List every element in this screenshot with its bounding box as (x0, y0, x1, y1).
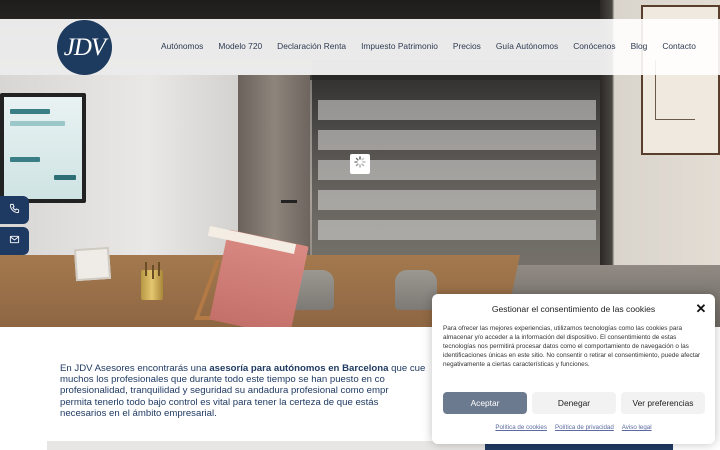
hero-pencil (152, 265, 154, 279)
spinner-icon (354, 155, 366, 173)
nav-item-contacto[interactable]: Contacto (662, 41, 696, 55)
phone-icon (9, 201, 20, 219)
nav-item-precios[interactable]: Precios (453, 41, 481, 55)
consent-title: Gestionar el consentimiento de las cooki… (491, 304, 656, 314)
nav-item-guia-autonomos[interactable]: Guía Autónomos (496, 41, 558, 55)
nav-item-declaracion-renta[interactable]: Declaración Renta (277, 41, 346, 55)
close-icon[interactable]: ✕ (694, 302, 708, 316)
tv-bar (10, 121, 65, 126)
hero-pencil (145, 262, 147, 276)
phone-button[interactable] (0, 196, 29, 224)
hero-door-handle (281, 200, 297, 203)
tv-bar (10, 109, 50, 114)
deny-button[interactable]: Denegar (532, 392, 616, 414)
intro-line: necesarios en el ámbito empresarial. (60, 407, 217, 419)
accept-button[interactable]: Aceptar (443, 392, 527, 414)
hero-frost-stripe (318, 100, 596, 120)
hero-chair (395, 270, 437, 310)
consent-body: Para ofrecer las mejores experiencias, u… (443, 325, 701, 369)
loading-spinner (350, 154, 370, 174)
nav-item-modelo-720[interactable]: Modelo 720 (218, 41, 262, 55)
main-nav: Autónomos Modelo 720 Declaración Renta I… (161, 41, 696, 55)
intro-line: muchos los profesionales que durante tod… (60, 374, 385, 386)
hero-tv-screen (4, 97, 82, 199)
hero-pencil (158, 262, 160, 276)
preferences-button[interactable]: Ver preferencias (621, 392, 705, 414)
legal-notice-link[interactable]: Aviso legal (622, 424, 652, 431)
nav-item-autonomos[interactable]: Autónomos (161, 41, 203, 55)
site-header: JDV Autónomos Modelo 720 Declaración Ren… (0, 19, 720, 75)
hero-door (238, 75, 310, 260)
mail-icon (9, 232, 20, 250)
intro-line: permita tenerlo todo bajo control es vit… (60, 396, 379, 408)
tv-bar (10, 157, 40, 162)
hero-frost-stripe (318, 190, 596, 210)
nav-item-impuesto-patrimonio[interactable]: Impuesto Patrimonio (361, 41, 438, 55)
logo-text: JDV (63, 33, 106, 61)
nav-item-blog[interactable]: Blog (631, 41, 648, 55)
hero-tv (0, 93, 86, 203)
intro-line: profesionalidad, tranquilidad y segurida… (60, 385, 389, 397)
consent-links: Política de cookies Política de privacid… (432, 424, 715, 431)
nav-item-conocenos[interactable]: Conócenos (573, 41, 615, 55)
cookie-policy-link[interactable]: Política de cookies (495, 424, 547, 431)
email-button[interactable] (0, 227, 29, 255)
intro-text: que cue (388, 363, 426, 374)
intro-line: En JDV Asesores encontrarás una asesoría… (60, 363, 440, 374)
hero-photo-frame (73, 246, 112, 282)
intro-bold-text: asesoría para autónomos en Barcelona (209, 363, 389, 374)
hero-frost-stripe (318, 220, 596, 240)
tv-bar (54, 175, 76, 180)
cookie-consent-dialog: Gestionar el consentimiento de las cooki… (432, 294, 715, 444)
intro-text: En JDV Asesores encontrarás una (60, 363, 210, 374)
privacy-policy-link[interactable]: Política de privacidad (555, 424, 614, 431)
hero-frost-stripe (318, 130, 596, 150)
intro-paragraph: En JDV Asesores encontrarás una asesoría… (60, 363, 440, 423)
site-logo[interactable]: JDV (57, 20, 112, 75)
